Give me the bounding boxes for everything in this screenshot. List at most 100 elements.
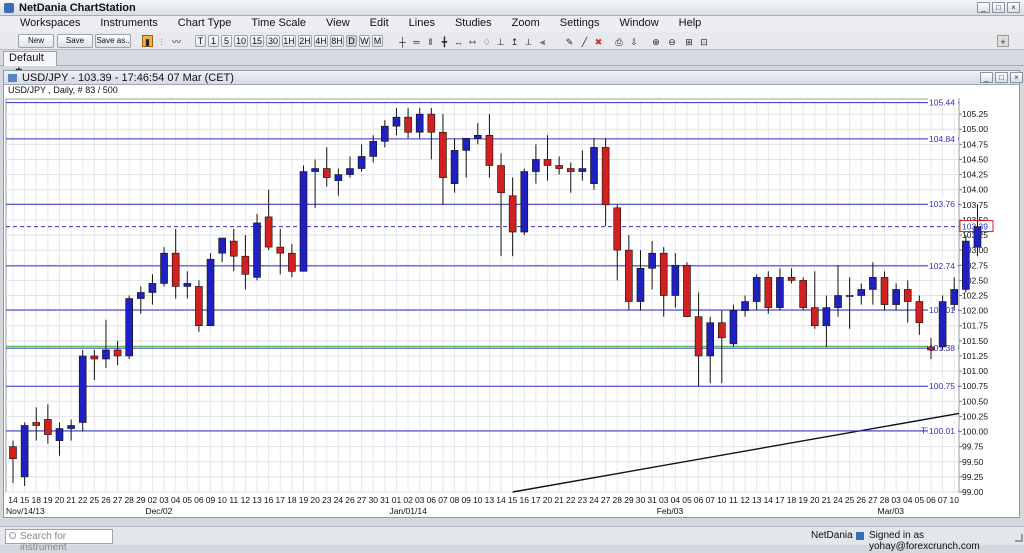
timescale-1-button[interactable]: 1 [208,35,219,47]
timescale-2h-button[interactable]: 2H [298,35,312,47]
menu-studies[interactable]: Studies [445,16,502,32]
new-button[interactable]: New [18,34,54,48]
bar-chart-icon[interactable]: ▮ [142,35,153,47]
timescale-w-button[interactable]: W [359,35,370,47]
gann-icon[interactable]: ⟂ [523,35,534,47]
line-chart-icon[interactable]: 〰 [170,35,183,47]
x-tick-label: 29 [624,495,634,505]
x-tick-label: 17 [775,495,785,505]
x-month-label: Dec/02 [145,506,172,516]
candle-body [683,264,691,317]
x-tick-label: 09 [206,495,216,505]
crosshair-icon[interactable]: ┼ [397,35,408,47]
x-tick-label: 30 [368,495,378,505]
print-icon[interactable]: ⎙ [613,35,625,47]
y-tick-label: 104.25 [962,170,988,180]
chart-background [4,85,1019,517]
chart-maximize-button[interactable]: □ [995,72,1008,83]
bell-icon[interactable]: ♢ [481,35,492,47]
menu-time-scale[interactable]: Time Scale [241,16,316,32]
candle-body [810,307,819,327]
candle-body [729,310,738,345]
range-icon[interactable]: ⇿ [467,35,478,47]
x-tick-label: 26 [101,495,111,505]
candlestick-chart[interactable]: USD/JPY , Daily, # 83 / 500 99.00 99.25 99.… [4,85,1019,517]
toolbar-menu-icon[interactable]: + [997,35,1009,47]
chart-window-title: USD/JPY - 103.39 - 17:46:54 07 Mar (CET) [22,72,234,84]
x-tick-label: 09 [461,495,471,505]
save-as-button[interactable]: Save as.. [95,34,131,48]
candle-body [137,292,145,299]
candle-body [857,289,866,296]
cross-icon[interactable]: ╋ [439,35,450,47]
candle-body [869,277,877,290]
timescale-1h-button[interactable]: 1H [282,35,296,47]
timescale-m-button[interactable]: M [372,35,383,47]
instrument-search-input[interactable]: Search for instrument [5,529,113,553]
save-button[interactable]: Save [57,34,93,48]
chart-close-button[interactable]: × [1010,72,1023,83]
timescale-10-button[interactable]: 10 [234,35,248,47]
vline-icon[interactable]: ‖ [425,35,436,47]
timescale-8h-button[interactable]: 8H [330,35,344,47]
candle-body [927,346,935,351]
candle-body [32,422,41,426]
timescale-4h-button[interactable]: 4H [314,35,328,47]
candle-body [845,295,854,297]
x-tick-label: 26 [857,495,867,505]
menu-view[interactable]: View [316,16,360,32]
ohlc-chart-icon[interactable]: ⫶ [156,35,167,47]
export-icon[interactable]: ⇩ [628,35,640,47]
channel-icon[interactable]: ⫷ [537,35,548,47]
x-tick-label: 05 [183,495,193,505]
y-tick-label: 100.00 [962,427,988,437]
zoom-fit-icon[interactable]: ⊞ [683,35,695,47]
chart-window-controls: _ □ × [980,72,1023,83]
x-tick-label: 18 [787,495,797,505]
menu-lines[interactable]: Lines [399,16,445,32]
candle-body [520,171,529,233]
x-tick-label: 31 [380,495,390,505]
hline-icon[interactable]: ═ [411,35,422,47]
tab-default[interactable]: Default ✱ [3,51,57,76]
delete-icon[interactable]: ✖ [593,35,604,47]
zoom-in-icon[interactable]: ⊕ [650,35,662,47]
x-tick-label: 19 [798,495,808,505]
timescale-5-button[interactable]: 5 [221,35,232,47]
minimize-button[interactable]: _ [977,2,990,13]
resize-grip-icon[interactable] [1015,534,1023,542]
fit-icon[interactable]: ↔ [453,35,464,47]
level-label: 100.75 [929,381,955,391]
menu-edit[interactable]: Edit [360,16,399,32]
menu-settings[interactable]: Settings [550,16,610,32]
menu-window[interactable]: Window [610,16,669,32]
menu-zoom[interactable]: Zoom [502,16,550,32]
timescale-30-button[interactable]: 30 [266,35,280,47]
zoom-out-icon[interactable]: ⊖ [666,35,678,47]
menu-help[interactable]: Help [669,16,712,32]
menu-workspaces[interactable]: Workspaces [10,16,90,32]
x-tick-label: 13 [485,495,495,505]
chart-minimize-button[interactable]: _ [980,72,993,83]
menu-instruments[interactable]: Instruments [90,16,167,32]
close-button[interactable]: × [1007,2,1020,13]
x-tick-label: 27 [868,495,878,505]
x-tick-label: 10 [473,495,483,505]
timescale-t-button[interactable]: T [195,35,206,47]
candle-body [427,113,436,133]
x-tick-label: 28 [880,495,890,505]
candle-body [741,301,749,311]
candle-body [404,116,412,133]
candle-body [113,349,122,357]
timescale-d-button[interactable]: D [346,35,357,47]
fib-icon[interactable]: ⊥ [495,35,506,47]
zoom-reset-icon[interactable]: ⊡ [698,35,710,47]
arrow-line-icon[interactable]: ↥ [509,35,520,47]
candle-body [903,289,912,302]
maximize-button[interactable]: □ [992,2,1005,13]
timescale-15-button[interactable]: 15 [250,35,264,47]
trendline-icon[interactable]: ╱ [578,35,591,47]
menu-chart-type[interactable]: Chart Type [168,16,242,32]
pencil-icon[interactable]: ✎ [563,35,576,47]
candle-body [566,168,575,172]
